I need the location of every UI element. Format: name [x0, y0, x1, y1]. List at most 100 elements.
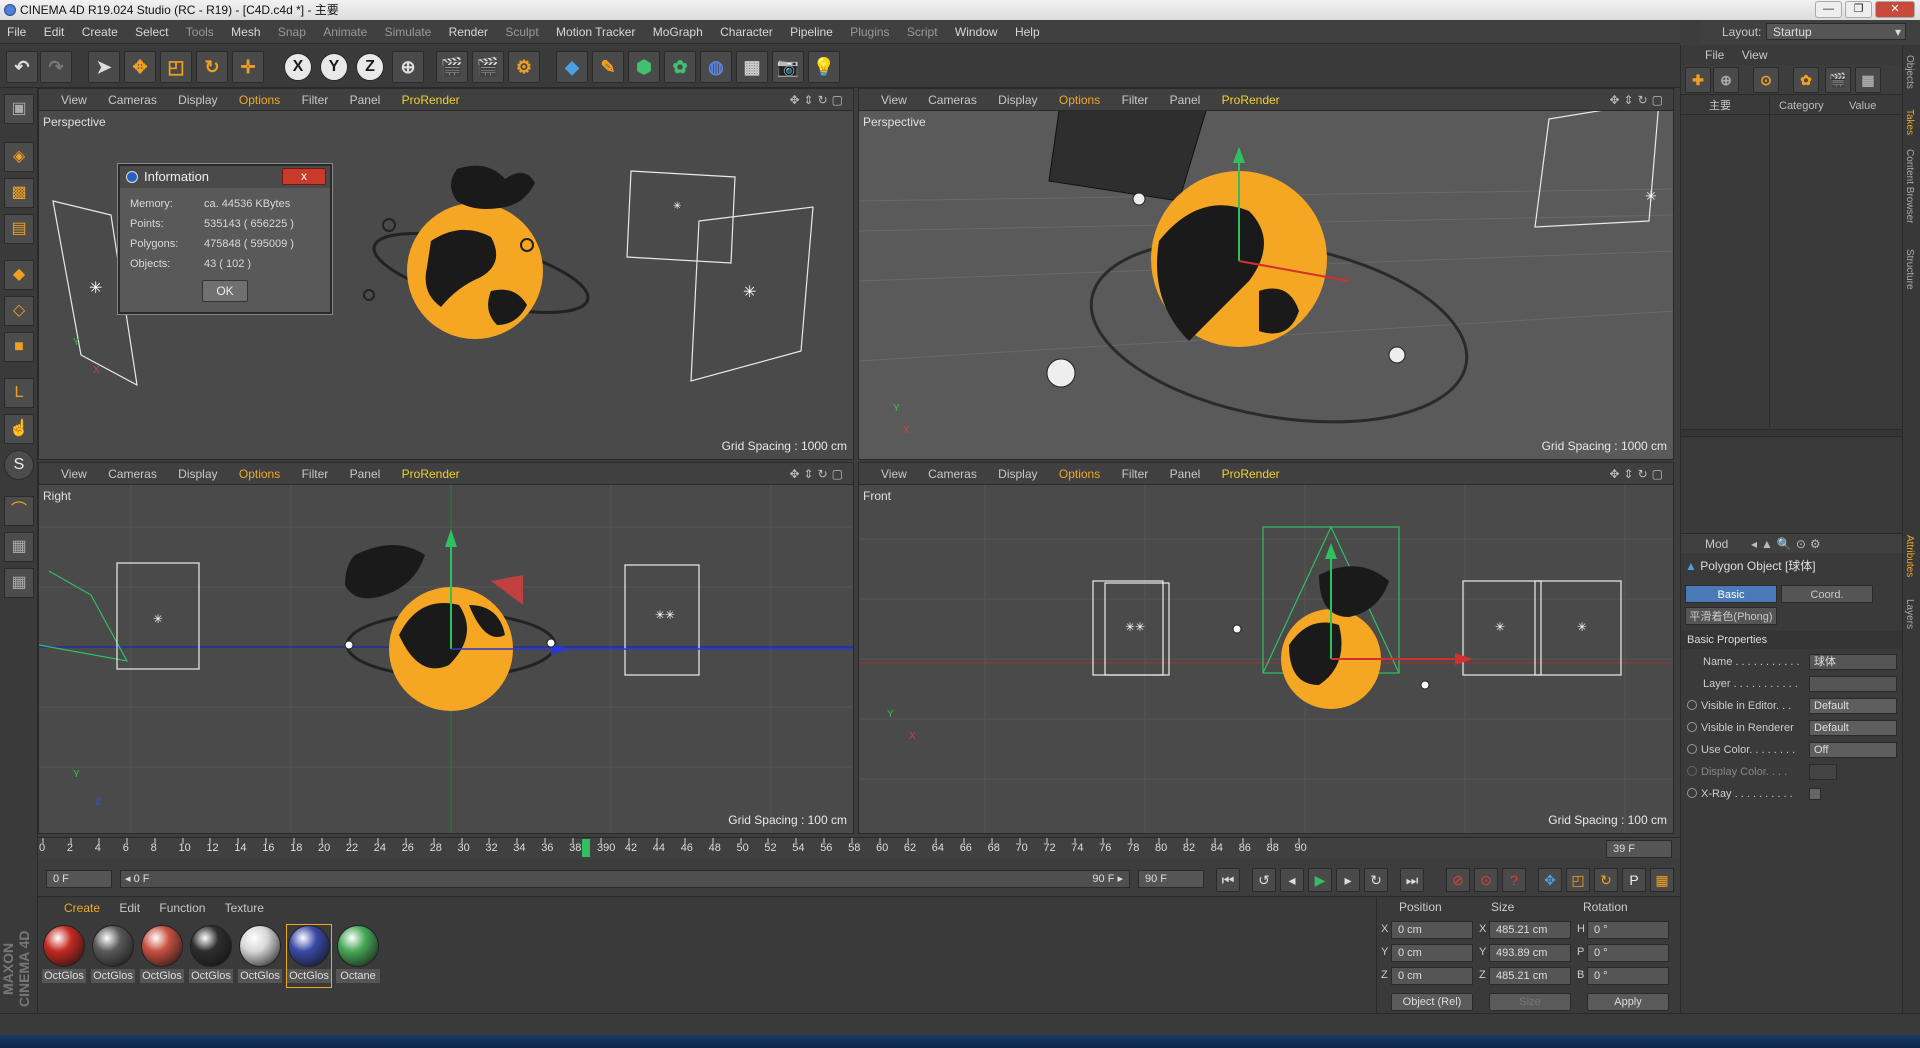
take-render-icon[interactable]: 🎬	[1825, 67, 1851, 93]
menu-plugins[interactable]: Plugins	[843, 20, 896, 44]
locked-workplane-icon[interactable]: ▦	[4, 568, 34, 598]
vp-menu-view[interactable]: View	[881, 93, 907, 107]
redo-icon[interactable]: ↷	[40, 51, 72, 83]
tab-objects[interactable]: Objects	[1904, 55, 1915, 89]
use-color-dropdown[interactable]: Off	[1809, 742, 1897, 758]
material-item[interactable]: OctGlos	[91, 925, 135, 987]
coordinate-mode-dropdown[interactable]: Object (Rel)	[1391, 993, 1473, 1011]
record-pla-icon[interactable]: ▦	[1650, 868, 1674, 892]
om-menu-view[interactable]: View	[1742, 48, 1768, 62]
visible-editor-dropdown[interactable]: Default	[1809, 698, 1897, 714]
menu-simulate[interactable]: Simulate	[378, 20, 439, 44]
animate-radio-icon[interactable]	[1687, 744, 1697, 754]
vp-menu-panel[interactable]: Panel	[350, 93, 381, 107]
take-clone-icon[interactable]: ⊕	[1713, 67, 1739, 93]
solo-mode-icon[interactable]: S	[4, 450, 34, 480]
viewport-right[interactable]: View Cameras Display Options Filter Pane…	[38, 462, 854, 834]
frame-range-slider[interactable]: ◂ 0 F 90 F ▸	[120, 870, 1130, 888]
attr-tab-coord[interactable]: Coord.	[1781, 585, 1873, 603]
timeline-ruler[interactable]: 0 2 4 6 8 10 12 14 16 18 20 22 24 26 28 30 32 34 36 38 390 42…	[38, 837, 1680, 859]
name-field[interactable]: 球体	[1809, 654, 1897, 670]
take-auto-icon[interactable]: ✿	[1793, 67, 1819, 93]
undo-icon[interactable]: ↶	[6, 51, 38, 83]
animate-radio-icon[interactable]	[1687, 700, 1697, 710]
tab-takes[interactable]: Takes	[1904, 109, 1915, 135]
viewport-front[interactable]: View Cameras Display Options Filter Pane…	[858, 462, 1674, 834]
start-frame-field[interactable]: 0 F	[46, 870, 112, 888]
close-window-button[interactable]: ✕	[1875, 1, 1915, 18]
vp-menu-prorender[interactable]: ProRender	[1222, 93, 1280, 107]
snap-icon[interactable]: ⌒	[4, 496, 34, 526]
next-frame-icon[interactable]: ▸	[1336, 868, 1360, 892]
ok-button[interactable]: OK	[202, 280, 248, 302]
position-x-field[interactable]: 0 cm	[1391, 921, 1473, 939]
record-scale-icon[interactable]: ◰	[1566, 868, 1590, 892]
xray-checkbox[interactable]	[1809, 788, 1821, 800]
menu-sculpt[interactable]: Sculpt	[498, 20, 545, 44]
go-to-start-icon[interactable]: ⏮	[1216, 868, 1240, 892]
tab-content-browser[interactable]: Content Browser	[1904, 149, 1915, 223]
record-rotation-icon[interactable]: ↻	[1594, 868, 1618, 892]
material-item[interactable]: OctGlos	[42, 925, 86, 987]
position-z-field[interactable]: 0 cm	[1391, 967, 1473, 985]
rotation-p-field[interactable]: 0 °	[1587, 944, 1669, 962]
vp-menu-display[interactable]: Display	[998, 93, 1037, 107]
texture-mode-icon[interactable]: ▩	[4, 178, 34, 208]
z-axis-lock-icon[interactable]: Z	[356, 53, 384, 81]
material-item[interactable]: OctGlos	[189, 925, 233, 987]
vp-menu-options[interactable]: Options	[239, 467, 280, 481]
scale-icon[interactable]: ◰	[160, 51, 192, 83]
material-item[interactable]: Octane	[336, 925, 380, 987]
object-manager-scrollbar[interactable]	[1681, 429, 1903, 437]
size-x-field[interactable]: 485.21 cm	[1489, 921, 1571, 939]
vp-menu-filter[interactable]: Filter	[302, 93, 329, 107]
vp-menu-view[interactable]: View	[881, 467, 907, 481]
menu-tools[interactable]: Tools	[179, 20, 221, 44]
vp-menu-display[interactable]: Display	[178, 93, 217, 107]
display-color-swatch[interactable]	[1809, 764, 1837, 780]
vp-menu-prorender[interactable]: ProRender	[402, 93, 460, 107]
record-parameter-icon[interactable]: P	[1622, 868, 1646, 892]
menu-file[interactable]: File	[0, 20, 33, 44]
go-to-end-icon[interactable]: ⏭	[1400, 868, 1424, 892]
vp-menu-options[interactable]: Options	[1059, 467, 1100, 481]
menu-window[interactable]: Window	[948, 20, 1005, 44]
menu-motion-tracker[interactable]: Motion Tracker	[549, 20, 642, 44]
menu-render[interactable]: Render	[442, 20, 495, 44]
om-menu-file[interactable]: File	[1705, 48, 1724, 62]
previous-key-icon[interactable]: ↺	[1252, 868, 1276, 892]
size-mode-dropdown[interactable]: Size	[1489, 993, 1571, 1011]
menu-create[interactable]: Create	[75, 20, 125, 44]
autokey-icon[interactable]: ⊙	[1474, 868, 1498, 892]
attr-mode-menu[interactable]: Mod	[1705, 534, 1728, 554]
take-main-label[interactable]: 主要	[1709, 97, 1731, 115]
dialog-close-button[interactable]: x	[282, 168, 326, 185]
pen-spline-icon[interactable]: ✎	[592, 51, 624, 83]
layer-field[interactable]	[1809, 676, 1897, 692]
x-axis-lock-icon[interactable]: X	[284, 53, 312, 81]
vp-menu-panel[interactable]: Panel	[1170, 467, 1201, 481]
menu-mesh[interactable]: Mesh	[224, 20, 267, 44]
layout-dropdown[interactable]: Startup ▾	[1766, 23, 1906, 40]
menu-mograph[interactable]: MoGraph	[646, 20, 710, 44]
maximize-button[interactable]: ❐	[1845, 1, 1872, 18]
vp-menu-cameras[interactable]: Cameras	[928, 93, 977, 107]
attr-tab-basic[interactable]: Basic	[1685, 585, 1777, 603]
mat-menu-create[interactable]: Create	[64, 901, 100, 915]
coordinate-system-icon[interactable]: ⊕	[392, 51, 424, 83]
mat-menu-edit[interactable]: Edit	[119, 901, 140, 915]
menu-select[interactable]: Select	[128, 20, 175, 44]
tweak-mode-icon[interactable]: ☝	[4, 414, 34, 444]
menu-animate[interactable]: Animate	[316, 20, 374, 44]
vp-menu-view[interactable]: View	[61, 93, 87, 107]
vp-menu-view[interactable]: View	[61, 467, 87, 481]
end-frame-field[interactable]: 90 F	[1138, 870, 1204, 888]
subdivision-icon[interactable]: ⬢	[628, 51, 660, 83]
render-settings-icon[interactable]: ⚙	[508, 51, 540, 83]
vp-menu-display[interactable]: Display	[998, 467, 1037, 481]
viewport-perspective-right[interactable]: View Cameras Display Options Filter Pane…	[858, 88, 1674, 460]
menu-help[interactable]: Help	[1008, 20, 1047, 44]
material-item-selected[interactable]: OctGlos	[286, 924, 332, 988]
menu-pipeline[interactable]: Pipeline	[783, 20, 840, 44]
material-item[interactable]: OctGlos	[238, 925, 282, 987]
